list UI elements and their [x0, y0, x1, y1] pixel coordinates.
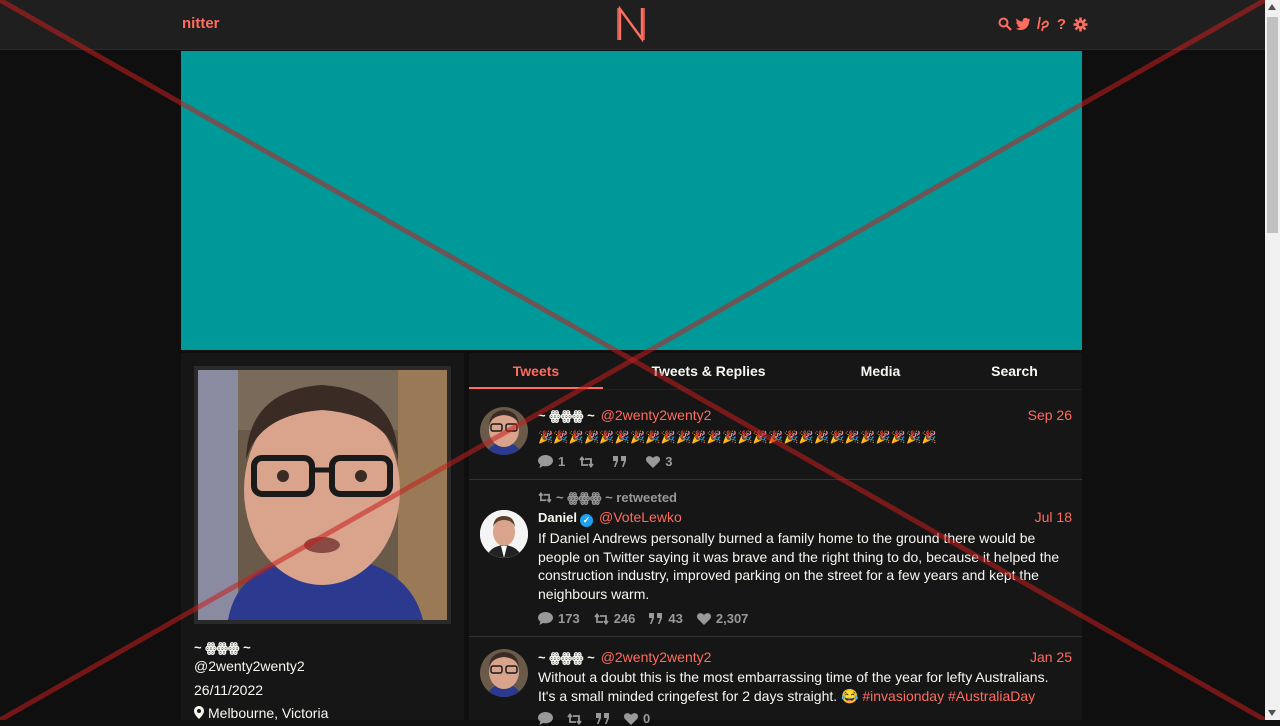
- retweet-stat[interactable]: [579, 455, 599, 468]
- like-count: 2,307: [715, 611, 749, 626]
- quote-icon: [596, 713, 609, 724]
- profile-location: Melbourne, Victoria: [194, 705, 328, 721]
- tweet-author[interactable]: ~ ꙮꙮꙮ ~ @2wenty2wenty2: [538, 407, 711, 424]
- tweet-author-handle[interactable]: @VoteLewko: [599, 509, 682, 525]
- retweet-icon: [538, 492, 552, 503]
- quote-count: 43: [668, 611, 683, 626]
- nitter-logo[interactable]: [616, 6, 646, 42]
- tweet-author-name[interactable]: ~ ꙮꙮꙮ ~: [538, 408, 595, 423]
- like-count: 0: [643, 711, 651, 726]
- heart-icon: [624, 712, 638, 725]
- quote-stat[interactable]: [613, 456, 632, 467]
- like-stat[interactable]: 3: [646, 454, 672, 469]
- settings-icon[interactable]: [1073, 15, 1088, 33]
- comment-icon: [538, 712, 553, 725]
- tweet-avatar[interactable]: [480, 407, 528, 455]
- hashtag-link[interactable]: #AustraliaDay: [948, 688, 1035, 704]
- tweet-date[interactable]: Sep 26: [1028, 407, 1072, 423]
- scroll-thumb[interactable]: [1267, 17, 1278, 233]
- navbar: nitter ?: [0, 0, 1265, 50]
- tweet-date[interactable]: Jul 18: [1035, 509, 1072, 525]
- retweet-icon: [567, 712, 582, 725]
- reply-count: 1: [558, 454, 566, 469]
- lp-icon[interactable]: [1035, 15, 1050, 33]
- profile-location-text: Melbourne, Victoria: [208, 705, 329, 721]
- profile-card: ~ ꙮꙮꙮ ~ @2wenty2wenty2 26/11/2022 Melbou…: [181, 353, 464, 721]
- search-icon[interactable]: [997, 15, 1012, 33]
- like-stat[interactable]: 2,307: [696, 611, 749, 626]
- reply-count: 173: [558, 611, 580, 626]
- tweet-text: 🎉🎉🎉🎉🎉🎉🎉🎉🎉🎉🎉🎉🎉🎉🎉🎉🎉🎉🎉🎉🎉🎉🎉🎉🎉🎉: [538, 430, 937, 444]
- tweet-item[interactable]: ~ ꙮꙮꙮ ~ retweeted Daniel ✓ @VoteLewko Jul …: [469, 480, 1082, 637]
- tweet-author[interactable]: ~ ꙮꙮꙮ ~ @2wenty2wenty2: [538, 649, 711, 666]
- tweet-author-name[interactable]: Daniel: [538, 510, 577, 525]
- tweet-stats: 1 3: [538, 454, 672, 469]
- scroll-down-arrow-icon[interactable]: [1268, 710, 1276, 716]
- tweet-item[interactable]: ~ ꙮꙮꙮ ~ @2wenty2wenty2 Jan 25 Without a d…: [469, 637, 1082, 726]
- quote-icon: [649, 613, 663, 624]
- comment-icon: [538, 455, 553, 468]
- like-stat[interactable]: 0: [624, 711, 650, 726]
- tab-tweets-replies[interactable]: Tweets & Replies: [636, 353, 781, 389]
- avatar-photo: [198, 370, 447, 620]
- tweet-avatar[interactable]: [480, 649, 528, 697]
- tweet-stats: 0: [538, 711, 650, 726]
- heart-icon: [646, 455, 661, 468]
- profile-handle[interactable]: @2wenty2wenty2: [194, 658, 305, 674]
- tab-bar: Tweets Tweets & Replies Media Search: [469, 353, 1082, 390]
- tweet-item[interactable]: ~ ꙮꙮꙮ ~ @2wenty2wenty2 Sep 26 🎉🎉🎉🎉🎉🎉🎉🎉🎉🎉🎉…: [469, 395, 1082, 480]
- tweet-date[interactable]: Jan 25: [1030, 649, 1072, 665]
- quote-stat[interactable]: 43: [649, 611, 683, 626]
- timeline: Tweets Tweets & Replies Media Search ~ ꙮ…: [469, 353, 1082, 726]
- page-scrollbar[interactable]: [1265, 0, 1280, 720]
- comment-icon: [538, 612, 553, 625]
- nav-icons: ?: [997, 15, 1088, 33]
- reply-stat[interactable]: 1: [538, 454, 565, 469]
- profile-banner[interactable]: [181, 51, 1082, 350]
- tab-tweets[interactable]: Tweets: [469, 353, 603, 389]
- profile-avatar[interactable]: [194, 366, 451, 624]
- tweet-stats: 173 246 43 2,307: [538, 611, 748, 626]
- hashtag-link[interactable]: #invasionday: [862, 688, 944, 704]
- retweet-stat[interactable]: [567, 712, 582, 725]
- location-pin-icon: [194, 706, 204, 719]
- retweet-label: ~ ꙮꙮꙮ ~ retweeted: [556, 490, 677, 505]
- like-count: 3: [665, 454, 673, 469]
- heart-icon: [696, 612, 711, 625]
- twitter-icon[interactable]: [1016, 15, 1031, 33]
- quote-stat[interactable]: [596, 713, 610, 724]
- retweet-count: 246: [613, 611, 636, 626]
- scroll-up-arrow-icon[interactable]: [1268, 4, 1276, 10]
- retweet-icon: [594, 612, 609, 625]
- retweet-header[interactable]: ~ ꙮꙮꙮ ~ retweeted: [538, 490, 677, 506]
- tweet-avatar[interactable]: [480, 510, 528, 558]
- tab-search[interactable]: Search: [963, 353, 1066, 389]
- help-icon[interactable]: ?: [1054, 15, 1069, 33]
- retweet-icon: [579, 455, 594, 468]
- tweet-author-handle[interactable]: @2wenty2wenty2: [601, 649, 712, 665]
- profile-name[interactable]: ~ ꙮꙮꙮ ~: [194, 640, 251, 656]
- tweet-author-name[interactable]: ~ ꙮꙮꙮ ~: [538, 650, 595, 665]
- tab-media[interactable]: Media: [829, 353, 932, 389]
- tweet-text: If Daniel Andrews personally burned a fa…: [538, 530, 1060, 602]
- profile-joined: 26/11/2022: [194, 682, 264, 698]
- brand-link[interactable]: nitter: [182, 15, 220, 32]
- reply-stat[interactable]: [538, 712, 553, 725]
- verified-icon: ✓: [580, 514, 594, 527]
- tweet-text: Without a doubt this is the most embarra…: [538, 668, 1068, 705]
- tweet-author-handle[interactable]: @2wenty2wenty2: [601, 407, 712, 423]
- tweet-author[interactable]: Daniel ✓ @VoteLewko: [538, 509, 682, 527]
- retweet-stat[interactable]: 246: [594, 611, 636, 626]
- quote-icon: [613, 456, 627, 467]
- reply-stat[interactable]: 173: [538, 611, 580, 626]
